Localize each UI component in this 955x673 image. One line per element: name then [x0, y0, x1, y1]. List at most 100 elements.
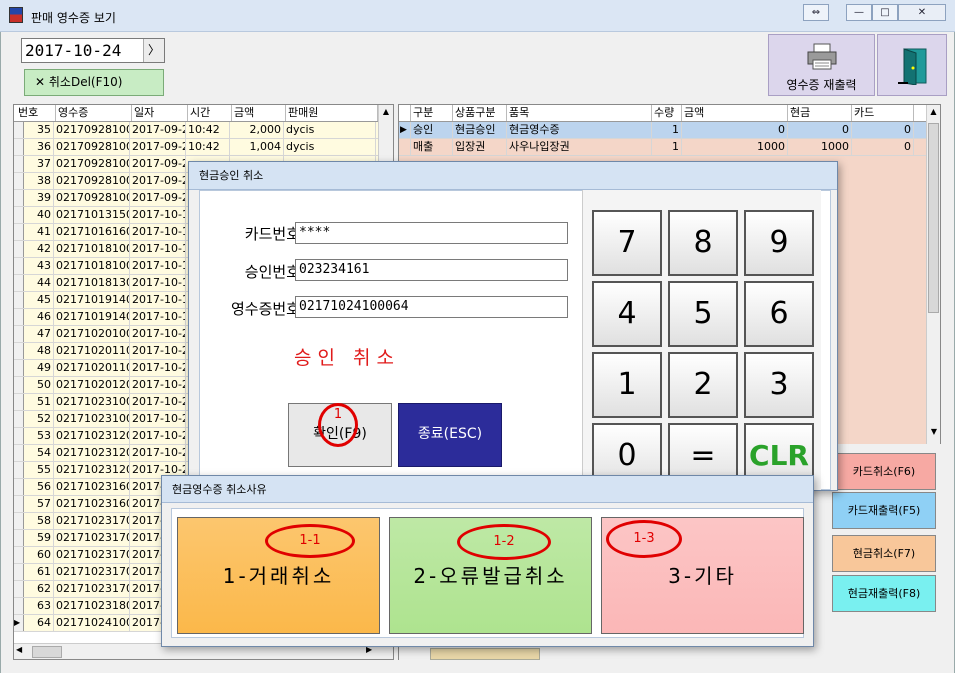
- keypad-key[interactable]: 4: [592, 281, 662, 347]
- window-title: 판매 영수증 보기: [31, 11, 116, 25]
- approval-cancel-status: 승인 취소: [294, 347, 400, 369]
- table-cell: 38: [24, 173, 54, 189]
- detail-col-header[interactable]: 카드: [852, 105, 914, 121]
- keypad-key[interactable]: 3: [744, 352, 814, 418]
- maximize-button[interactable]: □: [872, 4, 898, 21]
- detail-cell: 매출: [411, 139, 453, 155]
- detail-col-header[interactable]: 구분: [411, 105, 453, 121]
- restore-window-button[interactable]: ⇔: [803, 4, 829, 21]
- row-indicator: [14, 309, 24, 325]
- keypad-key[interactable]: 1: [592, 352, 662, 418]
- table-cell: 021710231700: [54, 564, 130, 580]
- table-cell: 021710201100: [54, 360, 130, 376]
- detail-grid-body: ▶ 승인 현금승인 현금영수증 1 0 0 0 매출 입장권 사우나입장권 1 1000 1000 0: [399, 122, 940, 156]
- scroll-left-icon[interactable]: ◀: [16, 645, 22, 654]
- receipt-number-field[interactable]: 02171024100064: [295, 296, 568, 318]
- detail-vscroll-thumb[interactable]: [928, 123, 939, 313]
- detail-col-header[interactable]: 현금: [788, 105, 852, 121]
- table-cell: 57: [24, 496, 54, 512]
- table-cell: 021710231700: [54, 530, 130, 546]
- table-row[interactable]: 350217092810002017-09-210:422,000dycis: [14, 122, 393, 139]
- table-cell: 42: [24, 241, 54, 257]
- receipt-col-header[interactable]: 번호: [16, 105, 56, 121]
- detail-row[interactable]: ▶ 승인 현금승인 현금영수증 1 0 0 0: [399, 122, 940, 139]
- table-cell: 40: [24, 207, 54, 223]
- detail-cell: 0: [788, 122, 852, 138]
- detail-col-header[interactable]: 수량: [652, 105, 682, 121]
- table-cell: 10:42: [186, 139, 230, 155]
- table-cell: 48: [24, 343, 54, 359]
- hscroll-thumb[interactable]: [32, 646, 62, 658]
- date-dropdown-arrow-icon[interactable]: 〉: [143, 39, 164, 62]
- table-cell: 64: [24, 615, 54, 631]
- row-indicator: [14, 190, 24, 206]
- detail-col-header[interactable]: 상품구분: [453, 105, 507, 121]
- detail-row[interactable]: 매출 입장권 사우나입장권 1 1000 1000 0: [399, 139, 940, 156]
- card-reprint-button[interactable]: 카드재출력(F5): [832, 492, 936, 529]
- keypad-key[interactable]: 8: [668, 210, 738, 276]
- row-indicator: [14, 275, 24, 291]
- receipt-col-header[interactable]: 일자: [132, 105, 188, 121]
- keypad-key[interactable]: 6: [744, 281, 814, 347]
- cash-cancel-button[interactable]: 현금취소(F7): [832, 535, 936, 572]
- table-cell: 2017-09-2: [132, 139, 186, 155]
- row-indicator: [399, 139, 411, 155]
- row-indicator: [14, 394, 24, 410]
- table-cell: 45: [24, 292, 54, 308]
- table-cell: 2017-10-1: [132, 275, 186, 291]
- table-cell: 021710181300: [54, 275, 130, 291]
- detail-col-header[interactable]: 품목: [507, 105, 652, 121]
- table-cell: 021709281000: [54, 122, 130, 138]
- table-row[interactable]: 360217092810002017-09-210:421,004dycis: [14, 139, 393, 156]
- table-cell: 36: [24, 139, 54, 155]
- app-icon: [9, 7, 23, 23]
- row-indicator: [14, 428, 24, 444]
- keypad-key[interactable]: 2: [668, 352, 738, 418]
- detail-grid-vscroll[interactable]: ▲ ▼: [926, 105, 940, 444]
- reprint-receipt-button[interactable]: 영수증 재출력: [768, 34, 875, 96]
- row-indicator: [14, 411, 24, 427]
- scroll-down-icon[interactable]: ▼: [927, 427, 941, 436]
- keypad-key[interactable]: 9: [744, 210, 814, 276]
- table-cell: 59: [24, 530, 54, 546]
- row-indicator: [14, 445, 24, 461]
- table-cell: 021710231000: [54, 394, 130, 410]
- table-cell: 2017-10-2: [132, 394, 186, 410]
- table-cell: 2017-10-2: [132, 326, 186, 342]
- reprint-label: 영수증 재출력: [786, 78, 857, 92]
- row-indicator: [14, 224, 24, 240]
- receipt-list-header: 번호 영수증 일자 시간 금액 판매원: [14, 105, 393, 122]
- table-cell: 39: [24, 190, 54, 206]
- card-cancel-button[interactable]: 카드취소(F6): [832, 453, 936, 490]
- table-cell: 2017-10-1: [132, 207, 186, 223]
- table-cell: 021710131500: [54, 207, 130, 223]
- minimize-button[interactable]: —: [846, 4, 872, 21]
- close-window-button[interactable]: ✕: [898, 4, 946, 21]
- exit-button[interactable]: [877, 34, 947, 96]
- card-number-field[interactable]: ****: [295, 222, 568, 244]
- table-cell: 46: [24, 309, 54, 325]
- close-dialog-button[interactable]: 종료(ESC): [398, 403, 502, 467]
- table-cell: 41: [24, 224, 54, 240]
- table-cell: 61: [24, 564, 54, 580]
- approval-number-field[interactable]: 023234161: [295, 259, 568, 281]
- table-cell: 021710231200: [54, 445, 130, 461]
- detail-cell: 사우나입장권: [507, 139, 652, 155]
- table-cell: 62: [24, 581, 54, 597]
- receipt-col-header[interactable]: 시간: [188, 105, 232, 121]
- receipt-col-header[interactable]: 금액: [232, 105, 286, 121]
- table-cell: 021710231000: [54, 411, 130, 427]
- detail-col-header[interactable]: 금액: [682, 105, 788, 121]
- table-cell: 2017-10-2: [132, 445, 186, 461]
- table-cell: 2017-10-1: [132, 258, 186, 274]
- delete-receipt-button[interactable]: ✕ 취소Del(F10): [24, 69, 164, 96]
- row-indicator: [14, 530, 24, 546]
- row-indicator: [14, 547, 24, 563]
- table-cell: 47: [24, 326, 54, 342]
- cash-reprint-button[interactable]: 현금재출력(F8): [832, 575, 936, 612]
- table-cell: 37: [24, 156, 54, 172]
- receipt-col-header[interactable]: 영수증: [56, 105, 132, 121]
- keypad-key[interactable]: 5: [668, 281, 738, 347]
- keypad-key[interactable]: 7: [592, 210, 662, 276]
- receipt-col-header[interactable]: 판매원: [286, 105, 378, 121]
